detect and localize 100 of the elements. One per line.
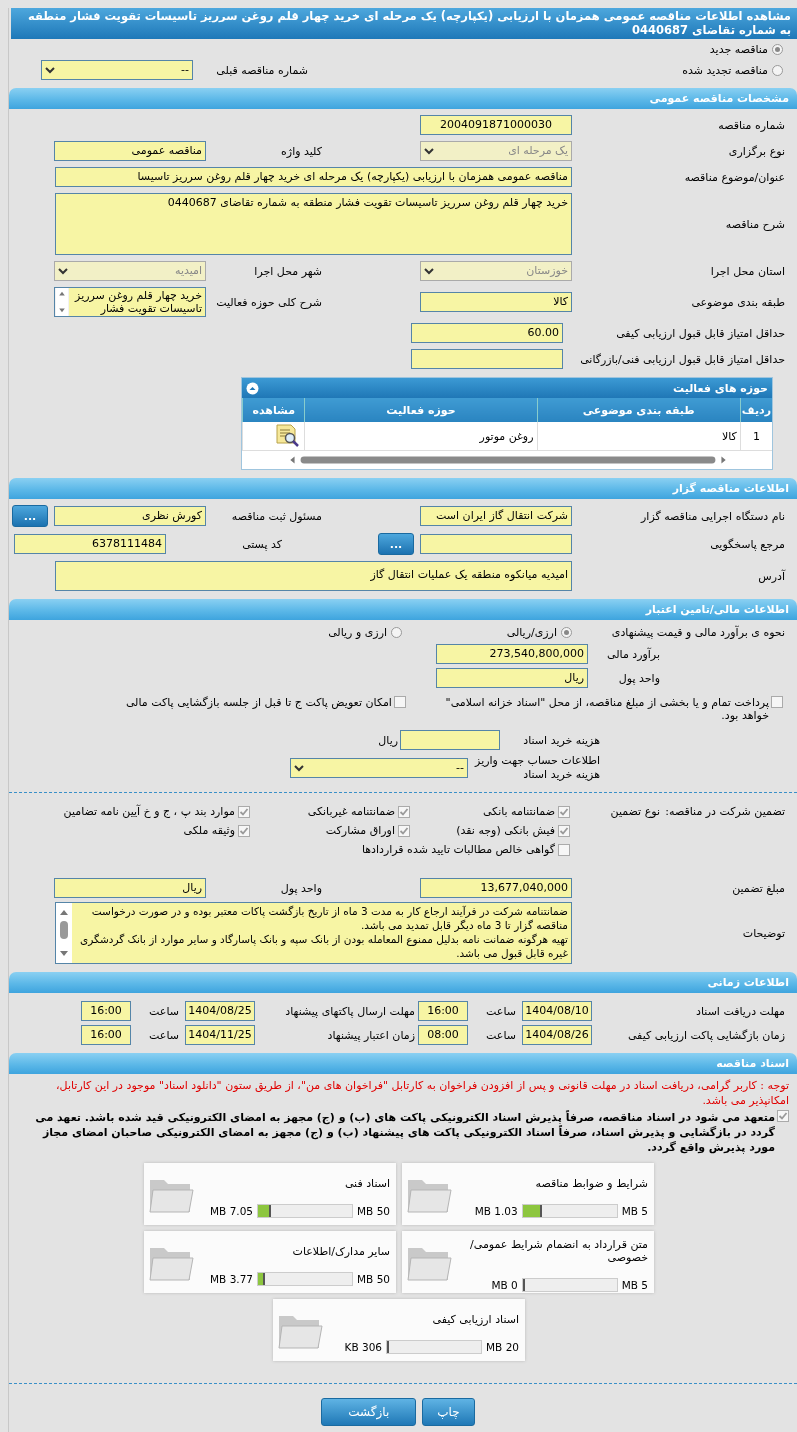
field-label: استان محل اجرا [709,264,785,278]
browse-button[interactable]: ... [378,533,414,555]
field-label: حداقل امتیاز قابل قبول ارزیابی کیفی [615,326,785,340]
radio-label: ارزی و ریالی [328,626,387,639]
checkbox[interactable] [558,805,570,818]
text-field[interactable]: 60.00 [411,323,563,343]
radio-label: ارزی/ریالی [506,626,557,639]
field-label: مسئول ثبت مناقصه [230,509,322,523]
text-field[interactable]: 2004091871000030 [420,115,572,135]
dropdown[interactable]: -- [290,758,468,778]
text-field[interactable] [400,730,500,750]
scrollbar[interactable] [56,903,72,963]
checkbox-label: موارد بند پ ، ج و خ آیین نامه تضامین [63,805,235,818]
table-title: حوزه های فعالیت [673,381,768,395]
radio-button[interactable] [391,627,402,638]
section-header: اطلاعات زمانی [9,972,797,993]
field-label: شماره مناقصه [717,118,785,132]
field-label: حداقل امتیاز قابل قبول ارزیابی فنی/بازرگانی [579,352,785,366]
text-field[interactable]: 273,540,800,000 [436,644,588,664]
field-label: ساعت [148,1004,180,1018]
date-field[interactable]: 1404/11/25 [185,1025,255,1045]
text-area[interactable]: ضمانتنامه شرکت در فرآیند ارجاع کار به مدت 3 ماه از تاریخ بازگشت پاکات معتبر بوده و در صورت درخواست مناقصه گزار تا 3 ماه دیگر قابل تمدید می باشد. تهیه هرگونه ضمانت نامه بدلیل ممنوع المعامله بودن از بانک سپه و بانک پاسارگاد و سایر موارد از بانک گردشگری غیره قابل قبول می باشد. [55,902,572,964]
checkbox[interactable] [558,824,570,837]
text-field[interactable]: ریال [436,668,588,688]
uploaded-size: 0 MB [491,1279,518,1291]
checkbox[interactable] [393,696,406,708]
field-label: اطلاعات حساب جهت واریز هزینه خرید اسناد [473,754,600,782]
time-field[interactable]: 16:00 [81,1001,131,1021]
field-label: زمان اعتبار پیشنهاد [326,1028,415,1042]
document-name: شرایط و ضوابط مناقصه [534,1176,648,1190]
uploaded-size: 1.03 MB [474,1204,518,1217]
date-field[interactable]: 1404/08/25 [185,1001,255,1021]
page-title: مشاهده اطلاعات مناقصه عمومی همزمان با ارزیابی (یکپارچه) یک مرحله ای خرید چهار قلم روغن سرریز تاسیسات تقویت فشار منطقه به شماره تقاضای 0440687 [11,8,797,39]
column-header: طبقه بندی موضوعی [537,398,741,422]
unit-label: ریال [378,733,398,747]
section-header: اسناد مناقصه [9,1053,797,1074]
checkbox-label: گواهی خالص مطالبات تایید شده قراردادها [361,843,555,856]
text-field[interactable] [411,349,563,369]
field-label: ساعت [485,1004,517,1018]
date-field[interactable]: 1404/08/10 [522,1001,592,1021]
table-cell: 1 [740,422,772,451]
radio-button[interactable] [772,64,783,76]
time-field[interactable]: 08:00 [418,1025,468,1045]
field-label: تضمین شرکت در مناقصه: [664,805,785,818]
size-limit: 5 MB [621,1204,648,1217]
field-label: مرجع پاسخگویی [709,537,785,551]
section-header: اطلاعات مالی/تامین اعتبار [9,599,797,620]
field-label: نحوه ی برآورد مالی و قیمت پیشنهادی [610,626,785,639]
field-label: عنوان/موضوع مناقصه [683,170,785,184]
collapse-icon[interactable] [246,381,259,395]
dropdown[interactable]: -- [41,60,193,80]
column-header: مشاهده [242,398,305,422]
checkbox[interactable] [398,824,410,837]
browse-button[interactable]: ... [12,505,48,527]
text-area[interactable]: خرید چهار قلم روغن سرریز تاسیسات تقویت فشار منطقه به شماره تقاضای 0440687 [55,193,572,255]
commitment-text: متعهد می شود در اسناد مناقصه، صرفاً پذیرش اسناد الکترونیکی پاکت های (ب) و (ج) مجهز به امضای الکترونیکی قید شده باشد. تعهد می گردد در بازگشایی و پذیرش اسناد، صرفاً اسناد الکترونیکی پاکت های پیشنهاد (ب) و (ج) مجهز به امضای الکترونیکی صاحبان امضای مجاز مورد پذیرش واقع گردد. [34,1110,775,1155]
scrollbar[interactable] [55,288,69,316]
field-label: طبقه بندی موضوعی [690,295,785,309]
text-field[interactable]: 6378111484 [14,534,166,554]
checkbox-label: فیش بانکی (وجه نقد) [456,824,555,837]
text-field[interactable]: کورش نظری [54,506,206,526]
back-button[interactable]: بازگشت [321,1398,417,1426]
radio-button[interactable] [772,44,783,55]
text-area[interactable]: خرید چهار قلم روغن سرریز تاسیسات تقویت فشار [69,288,205,316]
checkbox-label: ضمانتنامه غیربانکی [307,805,395,818]
text-field[interactable]: مناقصه عمومی [54,141,206,161]
text-area[interactable]: امیدیه میانکوه منطقه یک عملیات انتقال گاز [55,561,572,591]
chevron-down-icon [424,147,434,155]
checkbox[interactable] [398,805,410,818]
radio-button[interactable] [561,627,572,638]
checkbox[interactable] [558,843,570,856]
document-name: متن قرارداد به انضمام شرایط عمومی/خصوصی [469,1238,648,1264]
text-field[interactable]: مناقصه عمومی همزمان با ارزیابی (یکپارچه) یک مرحله ای خرید چهار قلم روغن سرریز تاسیسا [55,167,572,187]
checkbox[interactable] [238,824,250,837]
text-field[interactable]: شرکت انتقال گاز ایران است [420,506,572,526]
checkbox-label: امکان تعویض پاکت ج تا قبل از جلسه بازگشایی پاکت مالی [124,696,392,709]
date-field[interactable]: 1404/08/26 [522,1025,592,1045]
text-field[interactable]: کالا [420,292,572,312]
checkbox-label: ضمانتنامه بانکی [482,805,555,818]
text-field[interactable] [420,534,572,554]
time-field[interactable]: 16:00 [418,1001,468,1021]
text-field[interactable]: ریال [54,878,206,898]
text-field[interactable]: 13,677,040,000 [420,878,572,898]
checkbox-label: اوراق مشارکت [325,824,395,837]
field-label: ساعت [148,1028,180,1042]
checkbox[interactable] [238,805,250,818]
field-label: کلید واژه [280,144,322,158]
field-label: مهلت ارسال پاکتهای پیشنهاد [284,1004,415,1018]
field-label: شرح مناقصه [724,217,785,231]
checkbox-label: وثیقه ملکی [183,824,235,837]
field-label: کد پستی [241,537,282,551]
checkbox[interactable] [777,1110,789,1122]
checkbox[interactable] [771,696,783,708]
print-button[interactable]: چاپ [422,1398,475,1426]
time-field[interactable]: 16:00 [81,1025,131,1045]
radio-label: مناقصه تجدید شده [682,63,768,77]
chevron-down-icon [58,267,68,275]
document-name: اسناد فنی [343,1176,390,1190]
column-header: حوزه فعالیت [305,398,537,422]
field-label: مبلغ تضمین [731,881,785,895]
